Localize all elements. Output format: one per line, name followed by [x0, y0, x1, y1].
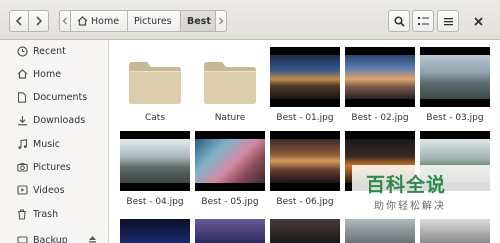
sidebar-item-label: Documents — [33, 91, 88, 103]
folder-thumbnail — [195, 47, 265, 107]
city-night-photo — [270, 55, 340, 99]
search-icon — [393, 15, 405, 27]
blossom-photo — [195, 139, 265, 183]
video-icon — [16, 184, 28, 196]
eject-icon[interactable] — [88, 235, 97, 243]
music-icon — [16, 138, 28, 150]
folder-item[interactable]: Cats — [120, 47, 190, 127]
sidebar-item-trash[interactable]: Trash — [0, 204, 108, 224]
town-street-photo — [120, 139, 190, 183]
path-home-label: Home — [91, 15, 120, 27]
path-home-button[interactable]: Home — [70, 10, 128, 32]
trash-icon — [16, 208, 28, 220]
chevron-right-icon — [35, 16, 42, 26]
watermark: 百科全说 助你轻松解决 — [352, 165, 492, 215]
image-thumbnail[interactable] — [120, 219, 190, 243]
image-thumbnail[interactable] — [195, 219, 265, 243]
image-thumbnail[interactable] — [270, 219, 340, 243]
image-thumbnail — [270, 47, 340, 107]
folder-thumbnail — [120, 47, 190, 107]
city-skyline-photo — [420, 55, 490, 99]
sidebar-item-label: Music — [33, 138, 61, 150]
menu-button[interactable] — [437, 10, 459, 32]
document-icon — [16, 91, 28, 103]
image-thumbnail — [345, 47, 415, 107]
image-item[interactable]: Best - 02.jpg — [345, 47, 415, 127]
path-pictures-label: Pictures — [134, 15, 172, 27]
sidebar-item-home[interactable]: Home — [0, 64, 108, 84]
view-toggle-button[interactable] — [412, 10, 434, 32]
home-icon — [77, 16, 88, 26]
file-name: Best - 06.jpg — [276, 197, 334, 207]
sidebar-item-recent[interactable]: Recent — [0, 41, 108, 61]
sidebar-item-label: Recent — [33, 45, 66, 57]
path-current-button[interactable]: Best — [180, 10, 216, 32]
camera-icon — [16, 161, 28, 173]
bridge-sunset-photo — [270, 139, 340, 183]
chevron-left-icon — [62, 17, 67, 25]
path-bar: Home Pictures Best — [59, 10, 227, 32]
watermark-title: 百科全说 — [366, 174, 447, 196]
clock-icon — [16, 45, 28, 57]
sidebar-item-label: Backup — [33, 234, 68, 243]
folder-item[interactable]: Nature — [195, 47, 265, 127]
image-thumbnail — [420, 47, 490, 107]
header-bar: Home Pictures Best — [0, 0, 500, 40]
folder-icon — [129, 62, 181, 104]
sidebar: Recent Home Documents Downloads Music Pi… — [0, 40, 109, 243]
close-button[interactable] — [470, 13, 486, 29]
image-item[interactable]: Best - 05.jpg — [195, 131, 265, 211]
list-view-icon — [417, 17, 429, 25]
back-button[interactable] — [9, 10, 29, 32]
sidebar-item-music[interactable]: Music — [0, 134, 108, 154]
image-thumbnail — [120, 131, 190, 191]
sidebar-item-label: Downloads — [33, 114, 86, 126]
image-item[interactable]: Best - 06.jpg — [270, 131, 340, 211]
sidebar-item-documents[interactable]: Documents — [0, 87, 108, 107]
image-thumbnail — [270, 131, 340, 191]
path-scroll-right-button[interactable] — [215, 10, 227, 32]
image-item[interactable]: Best - 03.jpg — [420, 47, 490, 127]
sidebar-item-backup[interactable]: Backup — [0, 230, 108, 243]
image-thumbnail[interactable] — [345, 219, 415, 243]
sidebar-item-label: Home — [33, 68, 62, 80]
chevron-left-icon — [15, 16, 22, 26]
navigation-buttons — [9, 10, 49, 32]
image-thumbnail — [195, 131, 265, 191]
home-icon — [16, 68, 28, 80]
sidebar-item-label: Videos — [33, 184, 65, 196]
chevron-right-icon — [219, 17, 224, 25]
path-pictures-button[interactable]: Pictures — [127, 10, 181, 32]
hamburger-menu-icon — [443, 17, 453, 25]
folder-icon — [204, 62, 256, 104]
sunset-coast-photo — [345, 55, 415, 99]
image-thumbnail[interactable] — [420, 219, 490, 243]
download-icon — [16, 114, 28, 126]
image-item[interactable]: Best - 04.jpg — [120, 131, 190, 211]
forward-button[interactable] — [29, 10, 49, 32]
sidebar-item-label: Trash — [33, 208, 59, 220]
backup-icon — [16, 234, 28, 243]
sidebar-item-pictures[interactable]: Pictures — [0, 157, 108, 177]
image-item[interactable]: Best - 01.jpg — [270, 47, 340, 127]
sidebar-item-videos[interactable]: Videos — [0, 180, 108, 200]
close-icon — [473, 16, 483, 26]
sidebar-item-label: Pictures — [33, 161, 71, 173]
sidebar-item-downloads[interactable]: Downloads — [0, 110, 108, 130]
file-name: Best - 03.jpg — [426, 113, 484, 123]
watermark-subtitle: 助你轻松解决 — [374, 201, 446, 212]
search-button[interactable] — [388, 10, 410, 32]
path-current-label: Best — [187, 15, 211, 27]
